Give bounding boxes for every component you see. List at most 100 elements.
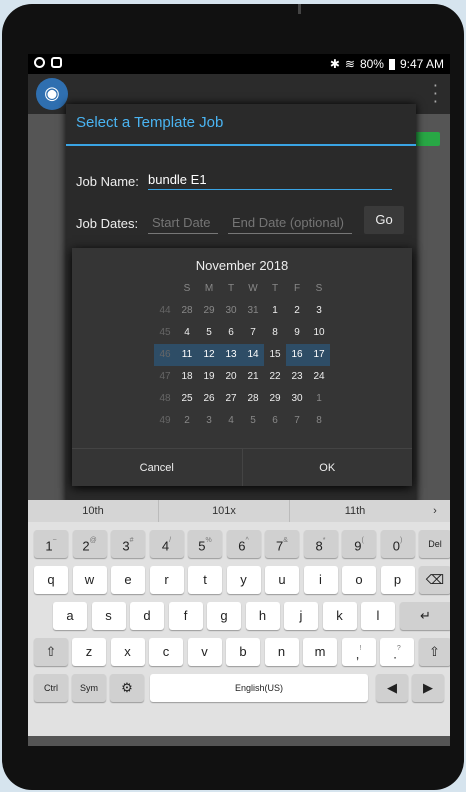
key-m[interactable]: m bbox=[303, 638, 337, 666]
key-y[interactable]: y bbox=[226, 566, 261, 594]
ctrl-key[interactable]: Ctrl bbox=[34, 674, 68, 702]
overflow-menu-icon[interactable]: · · · bbox=[433, 78, 438, 110]
key-4[interactable]: 4/ bbox=[149, 530, 184, 558]
key-h[interactable]: h bbox=[245, 602, 280, 630]
calendar-day[interactable]: 2 bbox=[176, 410, 198, 432]
key-j[interactable]: j bbox=[284, 602, 318, 630]
key-z[interactable]: z bbox=[72, 638, 106, 666]
calendar-day[interactable]: 29 bbox=[198, 300, 220, 322]
calendar-day[interactable]: 27 bbox=[220, 388, 242, 410]
calendar-day[interactable]: 17 bbox=[308, 344, 330, 366]
key-q[interactable]: q bbox=[34, 566, 68, 594]
calendar-ok-button[interactable]: OK bbox=[243, 449, 413, 486]
calendar-day[interactable]: 31 bbox=[242, 300, 264, 322]
job-name-input[interactable] bbox=[148, 170, 392, 190]
calendar-day[interactable]: 12 bbox=[198, 344, 220, 366]
calendar-day[interactable]: 25 bbox=[176, 388, 198, 410]
calendar-day[interactable]: 3 bbox=[308, 300, 330, 322]
key-s[interactable]: s bbox=[91, 602, 126, 630]
calendar-day[interactable]: 13 bbox=[220, 344, 242, 366]
key-period[interactable]: .? bbox=[380, 638, 414, 666]
calendar-day[interactable]: 1 bbox=[264, 300, 286, 322]
calendar-day[interactable]: 7 bbox=[286, 410, 308, 432]
suggestion-expand-icon[interactable]: › bbox=[420, 500, 450, 522]
calendar-day[interactable]: 8 bbox=[308, 410, 330, 432]
key-p[interactable]: p bbox=[380, 566, 415, 594]
key-1[interactable]: 1~ bbox=[34, 530, 68, 558]
key-9[interactable]: 9( bbox=[342, 530, 376, 558]
calendar-day[interactable]: 8 bbox=[264, 322, 286, 344]
app-action-button[interactable] bbox=[412, 132, 440, 146]
key-d[interactable]: d bbox=[130, 602, 164, 630]
key-e[interactable]: e bbox=[111, 566, 145, 594]
calendar-day[interactable]: 5 bbox=[198, 322, 220, 344]
calendar-day[interactable]: 18 bbox=[176, 366, 198, 388]
calendar-day[interactable]: 5 bbox=[242, 410, 264, 432]
key-a[interactable]: a bbox=[53, 602, 87, 630]
calendar-day[interactable]: 6 bbox=[264, 410, 286, 432]
key-w[interactable]: w bbox=[72, 566, 107, 594]
settings-key[interactable]: ⚙ bbox=[110, 674, 144, 702]
key-u[interactable]: u bbox=[265, 566, 299, 594]
key-t[interactable]: t bbox=[188, 566, 222, 594]
calendar-day[interactable]: 19 bbox=[198, 366, 220, 388]
key-k[interactable]: k bbox=[322, 602, 357, 630]
calendar-day[interactable]: 22 bbox=[264, 366, 286, 388]
key-5[interactable]: 5% bbox=[188, 530, 222, 558]
backspace-key[interactable]: ⌫ bbox=[419, 566, 450, 594]
calendar-day[interactable]: 7 bbox=[242, 322, 264, 344]
sym-key[interactable]: Sym bbox=[72, 674, 106, 702]
cursor-right-key[interactable]: ▶ bbox=[412, 674, 444, 702]
cursor-left-key[interactable]: ◀ bbox=[376, 674, 408, 702]
calendar-day[interactable]: 23 bbox=[286, 366, 308, 388]
calendar-day[interactable]: 28 bbox=[176, 300, 198, 322]
calendar-day[interactable]: 4 bbox=[220, 410, 242, 432]
key-x[interactable]: x bbox=[110, 638, 145, 666]
calendar-day[interactable]: 30 bbox=[220, 300, 242, 322]
space-key[interactable]: English(US) bbox=[150, 674, 368, 702]
key-2[interactable]: 2@ bbox=[72, 530, 107, 558]
calendar-day[interactable]: 15 bbox=[264, 344, 286, 366]
calendar-day[interactable]: 26 bbox=[198, 388, 220, 410]
delete-key[interactable]: Del bbox=[419, 530, 450, 558]
key-r[interactable]: r bbox=[149, 566, 184, 594]
calendar-day[interactable]: 29 bbox=[264, 388, 286, 410]
calendar-day[interactable]: 6 bbox=[220, 322, 242, 344]
calendar-day[interactable]: 21 bbox=[242, 366, 264, 388]
key-6[interactable]: 6^ bbox=[226, 530, 261, 558]
key-f[interactable]: f bbox=[168, 602, 203, 630]
key-v[interactable]: v bbox=[187, 638, 222, 666]
calendar-day[interactable]: 1 bbox=[308, 388, 330, 410]
calendar-day[interactable]: 14 bbox=[242, 344, 264, 366]
key-c[interactable]: c bbox=[149, 638, 183, 666]
enter-key[interactable]: ↵ bbox=[399, 602, 450, 630]
key-g[interactable]: g bbox=[207, 602, 241, 630]
calendar-day[interactable]: 16 bbox=[286, 344, 308, 366]
key-b[interactable]: b bbox=[226, 638, 260, 666]
calendar-day[interactable]: 10 bbox=[308, 322, 330, 344]
app-logo-icon[interactable]: ◉ bbox=[36, 78, 68, 110]
end-date-input[interactable] bbox=[228, 212, 352, 234]
key-i[interactable]: i bbox=[303, 566, 338, 594]
key-7[interactable]: 7& bbox=[265, 530, 299, 558]
key-o[interactable]: o bbox=[342, 566, 376, 594]
suggestion-3[interactable]: 11th bbox=[290, 500, 420, 522]
key-n[interactable]: n bbox=[264, 638, 299, 666]
shift-key-right[interactable]: ⇧ bbox=[418, 638, 450, 666]
key-0[interactable]: 0) bbox=[380, 530, 415, 558]
key-3[interactable]: 3# bbox=[111, 530, 145, 558]
key-l[interactable]: l bbox=[361, 602, 395, 630]
key-comma[interactable]: ,! bbox=[341, 638, 376, 666]
calendar-day[interactable]: 28 bbox=[242, 388, 264, 410]
key-8[interactable]: 8* bbox=[303, 530, 338, 558]
calendar-day[interactable]: 3 bbox=[198, 410, 220, 432]
calendar-day[interactable]: 24 bbox=[308, 366, 330, 388]
calendar-day[interactable]: 2 bbox=[286, 300, 308, 322]
calendar-day[interactable]: 11 bbox=[176, 344, 198, 366]
calendar-day[interactable]: 4 bbox=[176, 322, 198, 344]
suggestion-2[interactable]: 101x bbox=[158, 500, 290, 522]
go-button[interactable]: Go bbox=[364, 206, 404, 234]
calendar-day[interactable]: 20 bbox=[220, 366, 242, 388]
calendar-day[interactable]: 30 bbox=[286, 388, 308, 410]
calendar-cancel-button[interactable]: Cancel bbox=[72, 449, 243, 486]
